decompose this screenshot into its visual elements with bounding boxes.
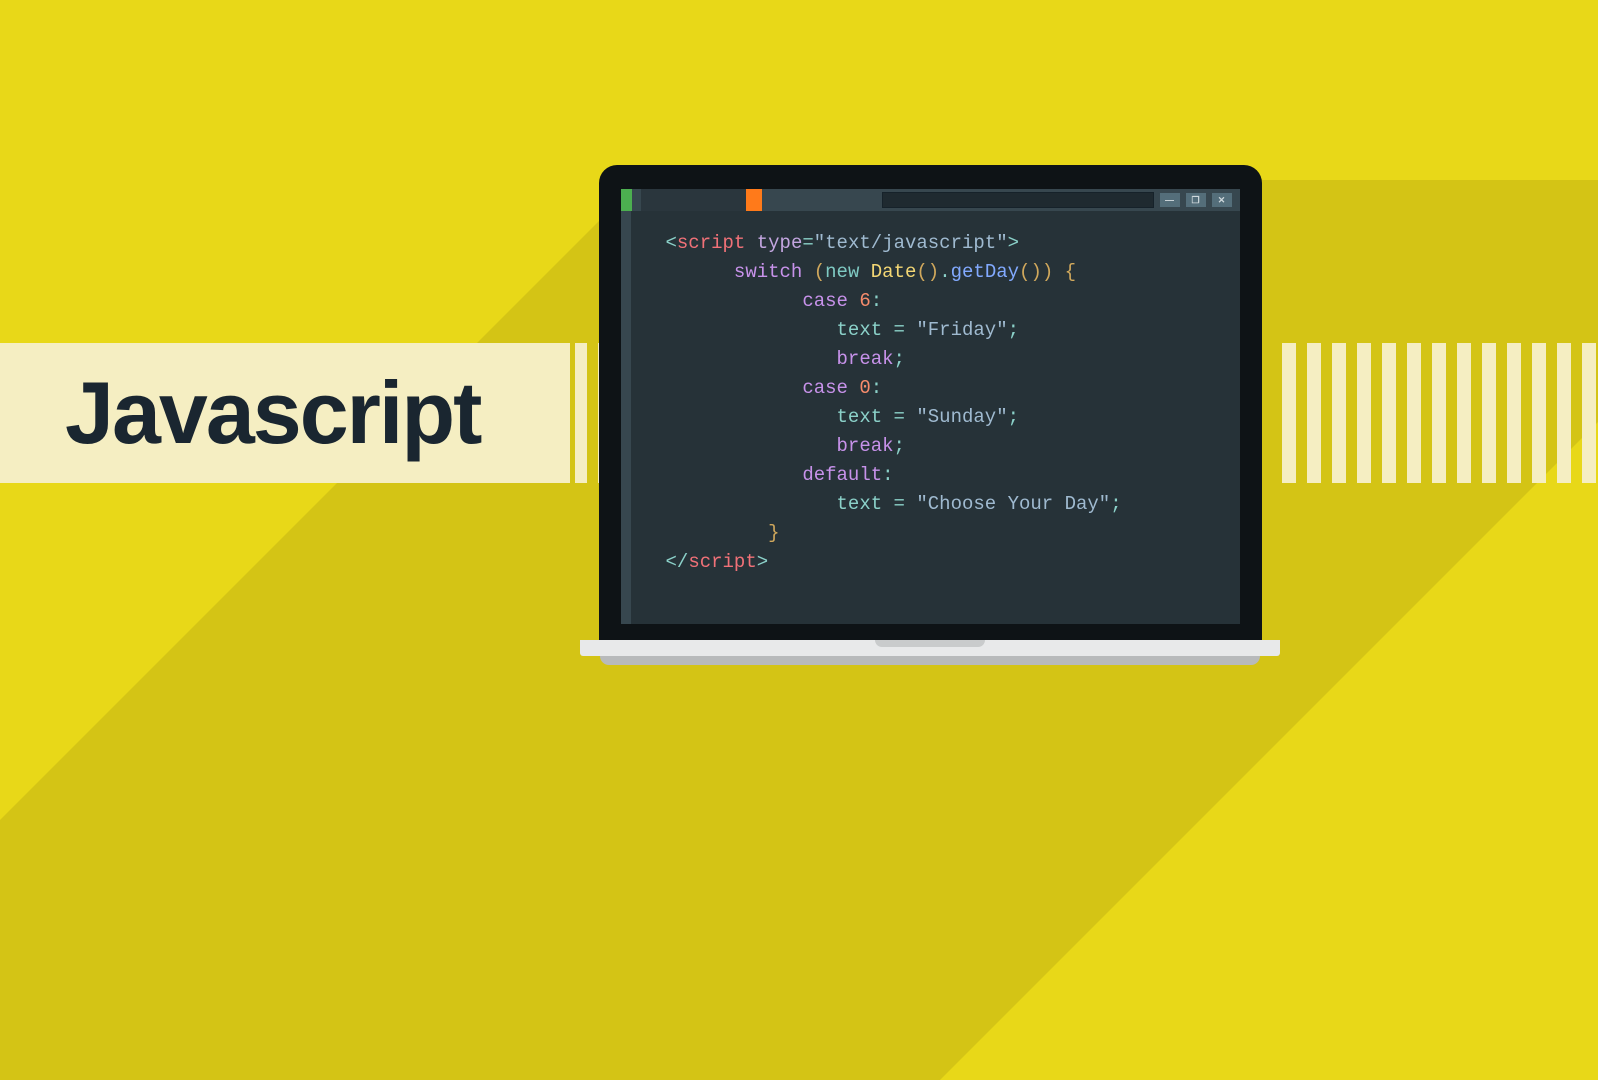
stripe: [1357, 343, 1371, 483]
keyword-break: break: [837, 348, 894, 370]
number-literal: 0: [859, 377, 870, 399]
laptop-base: [580, 640, 1280, 656]
code-editor-screen: — ❐ ✕ <script type="text/javascript"> sw…: [621, 189, 1240, 624]
tag-name: script: [688, 551, 756, 573]
keyword-default: default: [802, 464, 882, 486]
tag-name: script: [677, 232, 745, 254]
stripe: [1457, 343, 1471, 483]
screen-bezel: — ❐ ✕ <script type="text/javascript"> sw…: [599, 165, 1262, 640]
variable: text: [837, 493, 883, 515]
stripe: [1582, 343, 1596, 483]
window-controls: — ❐ ✕: [1160, 189, 1240, 211]
class-date: Date: [871, 261, 917, 283]
number-literal: 6: [859, 290, 870, 312]
attr-name: type: [757, 232, 803, 254]
angle-bracket: <: [666, 232, 677, 254]
stripe: [1332, 343, 1346, 483]
stripe: [1482, 343, 1496, 483]
variable: text: [837, 319, 883, 341]
tab: [641, 189, 746, 211]
laptop-notch: [875, 640, 985, 647]
page-title: Javascript: [65, 362, 480, 464]
angle-bracket: </: [666, 551, 689, 573]
tab-active-indicator: [621, 189, 632, 211]
stripe: [1507, 343, 1521, 483]
editor-gutter: [621, 211, 631, 624]
stripe: [1382, 343, 1396, 483]
string-literal: Choose Your Day: [928, 493, 1099, 515]
string-literal: Sunday: [928, 406, 996, 428]
stripe: [1282, 343, 1296, 483]
editor-topbar: — ❐ ✕: [621, 189, 1240, 211]
minimize-button[interactable]: —: [1160, 193, 1180, 207]
stripe: [1557, 343, 1571, 483]
stripe: [1432, 343, 1446, 483]
keyword-case: case: [802, 377, 848, 399]
keyword-case: case: [802, 290, 848, 312]
method-getday: getDay: [951, 261, 1019, 283]
address-field: [882, 192, 1154, 208]
string-literal: Friday: [928, 319, 996, 341]
close-button[interactable]: ✕: [1212, 193, 1232, 207]
laptop: — ❐ ✕ <script type="text/javascript"> sw…: [580, 165, 1280, 675]
stripe: [1532, 343, 1546, 483]
keyword-break: break: [837, 435, 894, 457]
title-band: Javascript: [0, 343, 570, 483]
keyword-new: new: [825, 261, 859, 283]
right-stripes: [1282, 343, 1596, 483]
keyword-switch: switch: [734, 261, 802, 283]
attr-value: text/javascript: [825, 232, 996, 254]
maximize-button[interactable]: ❐: [1186, 193, 1206, 207]
stripe: [1407, 343, 1421, 483]
stripe: [1307, 343, 1321, 483]
code-block: <script type="text/javascript"> switch (…: [666, 229, 1122, 577]
tab-modified-indicator: [746, 189, 762, 211]
variable: text: [837, 406, 883, 428]
